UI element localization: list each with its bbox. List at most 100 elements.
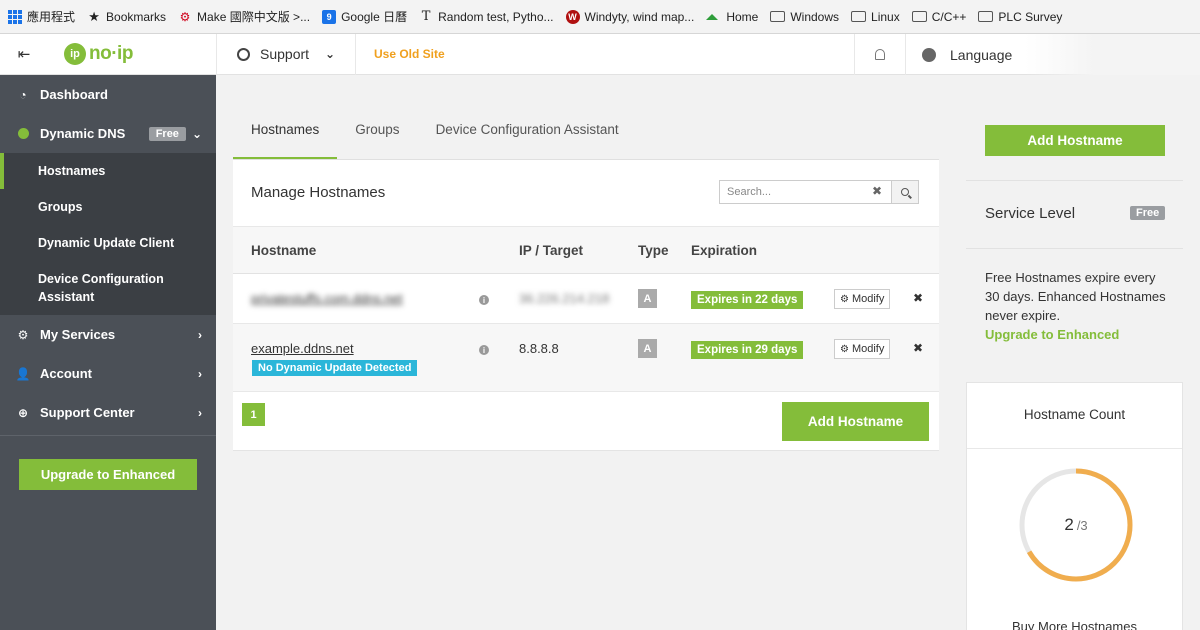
tab-hostnames[interactable]: Hostnames (233, 122, 338, 160)
apps-icon (8, 9, 22, 24)
bookmarks-bar: 應用程式 ★ Bookmarks ⚙ Make 國際中文版 >... 9 Goo… (0, 0, 1200, 34)
modify-button[interactable]: ⚙ Modify (834, 339, 891, 359)
bookmark-windows[interactable]: Windows (770, 10, 839, 24)
sidebar-item-device-configuration-assistant[interactable]: Device Configuration Assistant (0, 261, 216, 315)
no-dynamic-update-badge: No Dynamic Update Detected (252, 360, 418, 376)
bookmark-label: Windows (790, 9, 840, 24)
expiration-badge: Expires in 29 days (691, 341, 804, 359)
hostnames-table-header: Hostname IP / Target Type Expiration (233, 226, 939, 274)
tab-device-configuration-assistant[interactable]: Device Configuration Assistant (418, 122, 637, 160)
language-selector[interactable]: Language (922, 34, 1012, 75)
bell-icon (875, 49, 885, 60)
user-icon: 👤 (15, 366, 31, 381)
bookmark-linux[interactable]: Linux (851, 10, 900, 24)
noip-logo[interactable]: ip no·ip (48, 34, 216, 75)
sidebar-item-groups[interactable]: Groups (0, 189, 216, 225)
hostname-tabs: Hostnames Groups Device Configuration As… (233, 110, 939, 160)
sidebar-item-label: Dynamic DNS (40, 126, 126, 141)
buy-more-hostnames-link[interactable]: Buy More Hostnames (967, 619, 1182, 630)
folder-icon (851, 11, 867, 22)
info-icon[interactable]: i (479, 345, 489, 355)
card-divider (967, 448, 1182, 449)
info-icon[interactable]: i (479, 295, 489, 305)
bookmark-bookmarks[interactable]: ★ Bookmarks (87, 8, 166, 24)
search-button[interactable] (892, 180, 919, 204)
table-row: privatestuffs.com.ddns.net i 36.226.214.… (233, 274, 939, 324)
windy-icon: W (565, 9, 580, 24)
column-expiration: Expiration (691, 243, 758, 258)
modify-label: Modify (851, 343, 885, 355)
delete-icon[interactable]: ✖ (913, 291, 923, 305)
search-input[interactable] (719, 180, 892, 204)
tab-groups[interactable]: Groups (337, 122, 417, 160)
star-icon: ★ (88, 8, 100, 24)
panel-title: Manage Hostnames (251, 184, 386, 201)
chevron-right-icon: › (198, 366, 202, 381)
notifications-button[interactable] (854, 34, 906, 75)
sidebar-item-dynamic-dns[interactable]: Dynamic DNS Free ⌄ (0, 114, 216, 153)
folder-icon (770, 11, 786, 22)
hostname-count-card: Hostname Count 2 /3 Buy More Hostnames (966, 382, 1183, 630)
home-icon (706, 8, 719, 20)
hostname-count-used: 2 (1064, 515, 1074, 534)
search-icon (901, 188, 909, 196)
delete-icon[interactable]: ✖ (913, 341, 923, 355)
bookmark-label: Windyty, wind map... (584, 9, 695, 24)
bookmark-google-calendar[interactable]: 9 Google 日曆 (322, 8, 407, 25)
ip-target: 8.8.8.8 (519, 341, 559, 356)
chevron-down-icon: ⌄ (191, 126, 202, 141)
header-fade (1025, 34, 1200, 75)
bookmark-label: PLC Survey (998, 9, 1063, 24)
t-icon: T (421, 9, 431, 24)
sidebar-item-label: Account (40, 366, 92, 381)
expiry-note: Free Hostnames expire every 30 days. Enh… (985, 268, 1167, 344)
modify-button[interactable]: ⚙ Modify (834, 289, 891, 309)
bookmark-windyty[interactable]: W Windyty, wind map... (565, 9, 695, 24)
hostname-count-total: /3 (1076, 517, 1088, 533)
bookmark-label: Google 日曆 (341, 10, 408, 24)
plan-badge: Free (148, 126, 186, 141)
sidebar-toggle-button[interactable]: ⇤ (0, 34, 48, 75)
lifebuoy-icon: ⊕ (17, 405, 29, 420)
service-level-badge: Free (1130, 206, 1166, 220)
sidebar-item-dashboard[interactable]: ◔ Dashboard (0, 75, 216, 114)
globe-icon (17, 128, 29, 139)
sidebar-divider (0, 435, 216, 436)
column-type: Type (638, 243, 669, 258)
record-type-badge: A (638, 339, 657, 358)
support-dropdown[interactable]: Support ⌄ (216, 33, 356, 75)
lifebuoy-icon (237, 47, 250, 61)
sidebar-item-my-services[interactable]: ⚙ My Services › (0, 315, 216, 354)
sidebar: ◔ Dashboard Dynamic DNS Free ⌄ Hostnames… (0, 75, 216, 630)
upgrade-to-enhanced-link[interactable]: Upgrade to Enhanced (985, 325, 1167, 344)
bookmark-make[interactable]: ⚙ Make 國際中文版 >... (178, 8, 310, 25)
sidebar-item-hostnames[interactable]: Hostnames (0, 153, 216, 189)
bookmark-home[interactable]: Home (706, 10, 758, 24)
bookmark-label: Make 國際中文版 >... (197, 10, 311, 24)
hostname-link[interactable]: privatestuffs.com.ddns.net (251, 291, 403, 306)
sidebar-item-dynamic-update-client[interactable]: Dynamic Update Client (0, 225, 216, 261)
bookmark-label: 應用程式 (27, 10, 76, 24)
bookmark-apps[interactable]: 應用程式 (8, 8, 75, 25)
expiration-badge: Expires in 22 days (691, 291, 804, 309)
add-hostname-sidebar-button[interactable]: Add Hostname (985, 125, 1165, 156)
clear-search-icon[interactable]: ✖ (872, 184, 882, 198)
use-old-site-link[interactable]: Use Old Site (374, 47, 445, 61)
sidebar-item-account[interactable]: 👤 Account › (0, 354, 216, 393)
add-hostname-button[interactable]: Add Hostname (782, 402, 929, 441)
bookmark-plc-survey[interactable]: PLC Survey (978, 10, 1062, 24)
gear-icon: ⚙ (840, 293, 849, 305)
google-calendar-icon: 9 (322, 9, 337, 24)
bookmark-random-test[interactable]: T Random test, Pytho... (419, 9, 554, 24)
bookmark-cpp[interactable]: C/C++ (911, 10, 966, 24)
manage-hostnames-panel: Manage Hostnames ✖ Hostname IP / Target … (233, 160, 939, 451)
chevron-down-icon: ⌄ (324, 47, 335, 61)
pagination-page-button[interactable]: 1 (242, 403, 265, 426)
sidebar-item-support-center[interactable]: ⊕ Support Center › (0, 393, 216, 432)
top-header: ⇤ ip no·ip Support ⌄ Use Old Site Langua… (0, 33, 1200, 75)
upgrade-to-enhanced-button[interactable]: Upgrade to Enhanced (19, 459, 197, 490)
modify-label: Modify (851, 293, 885, 305)
column-ip-target: IP / Target (519, 243, 584, 258)
hostname-link[interactable]: example.ddns.net (251, 341, 354, 356)
service-level-label: Service Level (985, 205, 1076, 222)
